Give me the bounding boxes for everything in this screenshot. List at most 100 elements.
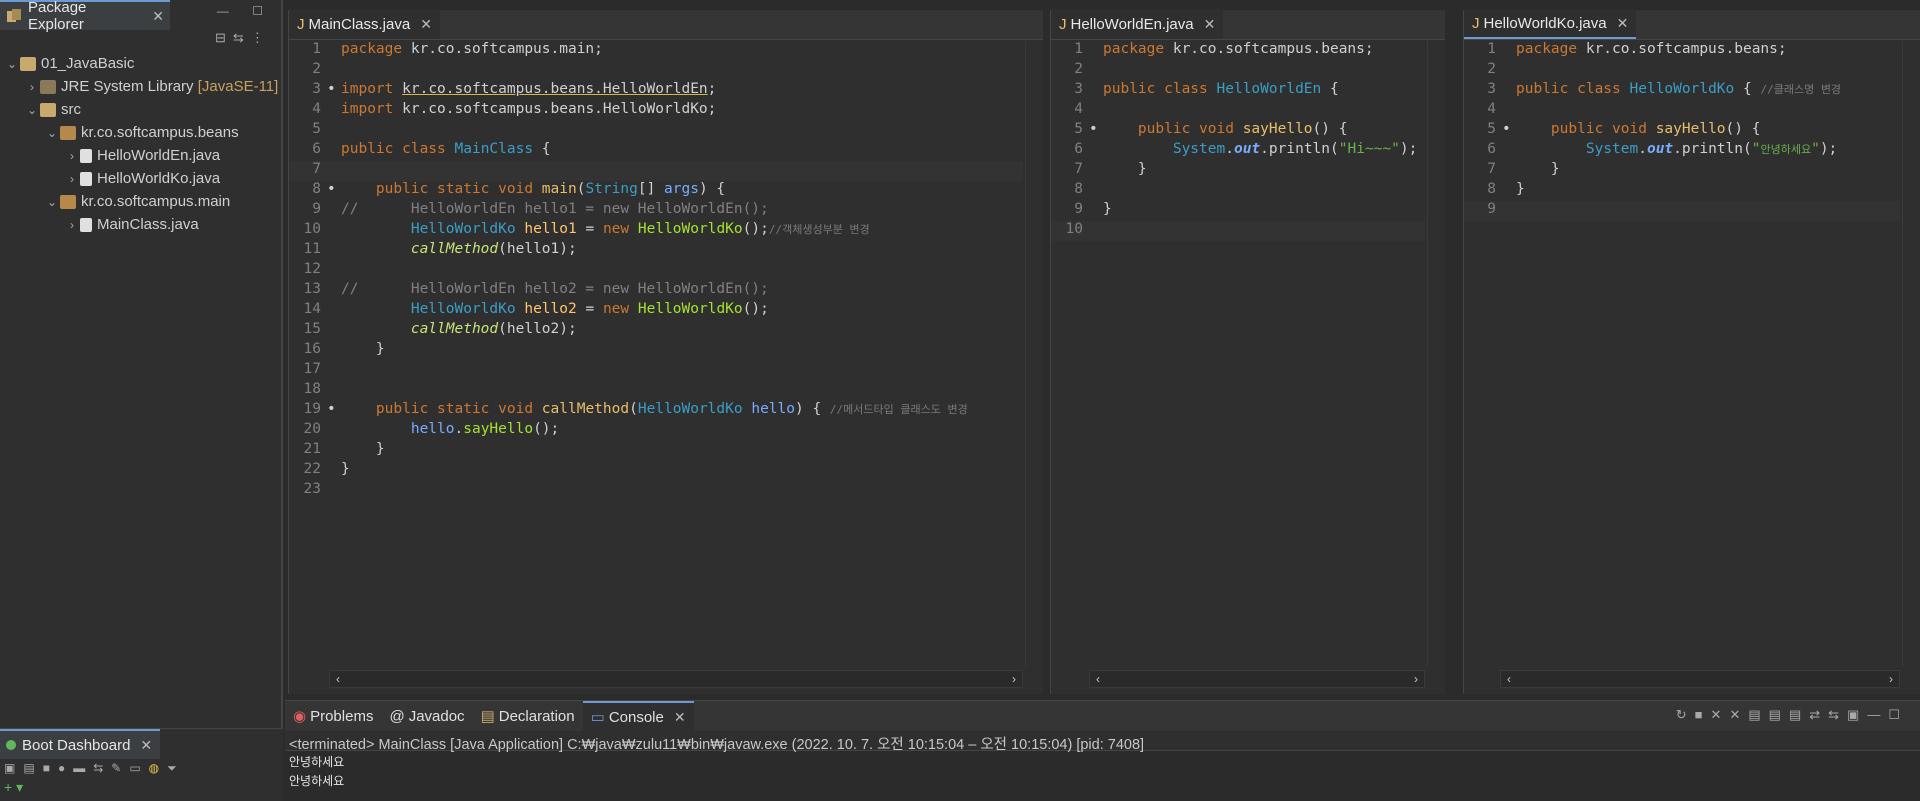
chevron-right-icon[interactable]: › bbox=[64, 218, 80, 232]
tab-hello-world-en[interactable]: J HelloWorldEn.java ✕ bbox=[1051, 9, 1224, 39]
horizontal-scrollbar[interactable]: ‹ › bbox=[1089, 670, 1425, 688]
filter-icon[interactable]: ⏷ bbox=[167, 761, 177, 776]
scroll-left-icon[interactable]: ‹ bbox=[1507, 672, 1511, 686]
editor-hello-world-ko: J HelloWorldKo.java ✕ 1 package kr.co.sof… bbox=[1463, 9, 1920, 694]
tab-label: Declaration bbox=[498, 707, 575, 725]
chevron-down-icon[interactable]: ⌄ bbox=[44, 195, 60, 209]
code-area[interactable]: 1 package kr.co.softcampus.beans; 2 3 publ… bbox=[1464, 41, 1900, 666]
view-menu-icon[interactable]: ⋮ bbox=[251, 30, 264, 46]
java-file-icon bbox=[80, 217, 92, 232]
tab-problems[interactable]: ◉ Problems bbox=[285, 701, 381, 731]
close-icon[interactable]: ✕ bbox=[140, 737, 152, 754]
clear-console-icon[interactable]: ▤ bbox=[1748, 707, 1760, 723]
scroll-right-icon[interactable]: › bbox=[1012, 672, 1016, 686]
tree-item-file[interactable]: › HelloWorldKo.java bbox=[0, 167, 283, 190]
console-icon: ▭ bbox=[590, 709, 605, 726]
chevron-down-icon[interactable]: ⌄ bbox=[4, 57, 20, 71]
tab-console[interactable]: ▭ Console ✕ bbox=[582, 701, 694, 731]
terminate-icon[interactable]: ■ bbox=[1695, 707, 1703, 723]
tree-item-project[interactable]: ⌄ 01_JavaBasic bbox=[0, 52, 283, 75]
tree-item-label: HelloWorldKo.java bbox=[97, 170, 221, 187]
tab-hello-world-ko[interactable]: J HelloWorldKo.java ✕ bbox=[1464, 9, 1637, 39]
scroll-right-icon[interactable]: › bbox=[1889, 672, 1893, 686]
scroll-left-icon[interactable]: ‹ bbox=[336, 672, 340, 686]
package-explorer-panel: Package Explorer ✕ — ☐ ⊟ ⇆ ⋮ ⌄ 01_JavaBa… bbox=[0, 0, 283, 801]
refresh-icon[interactable]: ⇆ bbox=[93, 761, 103, 776]
spring-boot-icon bbox=[6, 740, 16, 750]
chevron-right-icon[interactable]: › bbox=[64, 149, 80, 163]
collapse-all-icon[interactable]: ⊟ bbox=[215, 30, 226, 46]
vertical-scrollbar[interactable] bbox=[1427, 41, 1445, 666]
scroll-lock-icon[interactable]: ▤ bbox=[1769, 707, 1781, 723]
horizontal-scrollbar[interactable]: ‹ › bbox=[1500, 670, 1900, 688]
tab-label: Console bbox=[608, 708, 664, 726]
java-file-icon bbox=[80, 171, 92, 186]
tab-boot-dashboard[interactable]: Boot Dashboard ✕ bbox=[0, 729, 160, 759]
console-icon[interactable]: ▬ bbox=[73, 761, 85, 776]
package-icon bbox=[60, 125, 76, 140]
tree-item-label: kr.co.softcampus.beans bbox=[81, 124, 239, 141]
chevron-right-icon[interactable]: › bbox=[64, 172, 80, 186]
window-icon[interactable]: ▭ bbox=[129, 761, 140, 776]
package-explorer-title: Package Explorer bbox=[28, 0, 87, 33]
close-icon[interactable]: ✕ bbox=[674, 709, 686, 726]
boot-dashboard-panel: Boot Dashboard ✕ ▣ ▤ ■ ● ▬ ⇆ ✎ ▭ ◍ ⏷ + ▾ bbox=[0, 728, 283, 801]
word-wrap-icon[interactable]: ▤ bbox=[1789, 707, 1801, 723]
tree-item-package-main[interactable]: ⌄ kr.co.softcampus.main bbox=[0, 190, 283, 213]
project-icon bbox=[20, 56, 36, 71]
javadoc-icon: @ bbox=[389, 707, 405, 725]
editor-tabs: J HelloWorldKo.java ✕ bbox=[1464, 9, 1920, 40]
link-with-editor-icon[interactable]: ⇆ bbox=[233, 30, 244, 46]
vertical-scrollbar[interactable] bbox=[1025, 41, 1043, 666]
tree-item-label: kr.co.softcampus.main bbox=[81, 193, 231, 210]
tree-item-suffix: [JavaSE-11] bbox=[197, 78, 279, 95]
edit-icon[interactable]: ✎ bbox=[111, 761, 121, 776]
tab-main-class[interactable]: J MainClass.java ✕ bbox=[289, 9, 440, 39]
debug-icon[interactable]: ▤ bbox=[23, 761, 34, 776]
tree-item-label: HelloWorldEn.java bbox=[97, 147, 221, 164]
close-icon[interactable]: ✕ bbox=[152, 8, 164, 25]
scroll-right-icon[interactable]: › bbox=[1414, 672, 1418, 686]
vertical-scrollbar[interactable] bbox=[1902, 41, 1920, 666]
package-explorer-icon bbox=[6, 8, 22, 24]
maximize-icon[interactable]: ☐ bbox=[1888, 707, 1900, 723]
tree-item-file[interactable]: › HelloWorldEn.java bbox=[0, 144, 283, 167]
close-icon[interactable]: ✕ bbox=[420, 16, 432, 33]
library-icon bbox=[40, 79, 56, 94]
scroll-left-icon[interactable]: ‹ bbox=[1096, 672, 1100, 686]
pin-console-icon[interactable]: ⇄ bbox=[1809, 707, 1820, 723]
java-file-icon: J bbox=[297, 15, 305, 33]
tab-javadoc[interactable]: @ Javadoc bbox=[381, 701, 472, 731]
relaunch-icon[interactable]: ↻ bbox=[1676, 707, 1687, 723]
close-icon[interactable]: ✕ bbox=[1617, 15, 1629, 32]
tree-item-jre[interactable]: › JRE System Library [JavaSE-11] bbox=[0, 75, 283, 98]
tab-package-explorer[interactable]: Package Explorer ✕ bbox=[0, 0, 170, 33]
start-icon[interactable]: ▣ bbox=[4, 761, 15, 776]
code-area[interactable]: 1 package kr.co.softcampus.beans; 2 3 publ… bbox=[1051, 41, 1425, 666]
tree-item-label: 01_JavaBasic bbox=[41, 55, 135, 72]
console-panel: ◉ Problems @ Javadoc ▤ Declaration ▭ Console… bbox=[285, 700, 1920, 801]
chevron-down-icon[interactable]: ⌄ bbox=[44, 126, 60, 140]
java-file-icon: J bbox=[1059, 15, 1067, 33]
display-console-icon[interactable]: ⇆ bbox=[1828, 707, 1839, 723]
remove-all-icon[interactable]: ✕ bbox=[1729, 707, 1740, 723]
add-icon[interactable]: + ▾ bbox=[4, 779, 23, 796]
remove-launch-icon[interactable]: ✕ bbox=[1711, 707, 1722, 723]
tree-item-src[interactable]: ⌄ src bbox=[0, 98, 283, 121]
code-area[interactable]: 1 package kr.co.softcampus.main; 2 3 • impo… bbox=[289, 41, 1023, 666]
tree-item-package-beans[interactable]: ⌄ kr.co.softcampus.beans bbox=[0, 121, 283, 144]
open-console-icon[interactable]: ▣ bbox=[1847, 707, 1859, 723]
console-output-line: 안녕하세요 bbox=[289, 774, 345, 788]
close-icon[interactable]: ✕ bbox=[1204, 16, 1216, 33]
globe-icon[interactable]: ● bbox=[58, 761, 65, 776]
chevron-right-icon[interactable]: › bbox=[24, 80, 40, 94]
tab-declaration[interactable]: ▤ Declaration bbox=[473, 701, 583, 731]
minimize-icon[interactable]: — bbox=[1867, 707, 1880, 723]
tree-item-file[interactable]: › MainClass.java bbox=[0, 213, 283, 236]
view-minmax[interactable]: — ☐ bbox=[217, 4, 273, 18]
horizontal-scrollbar[interactable]: ‹ › bbox=[329, 670, 1023, 688]
java-file-icon bbox=[80, 148, 92, 163]
chevron-down-icon[interactable]: ⌄ bbox=[24, 103, 40, 117]
bulb-icon[interactable]: ◍ bbox=[149, 761, 159, 776]
stop-icon[interactable]: ■ bbox=[43, 761, 50, 776]
